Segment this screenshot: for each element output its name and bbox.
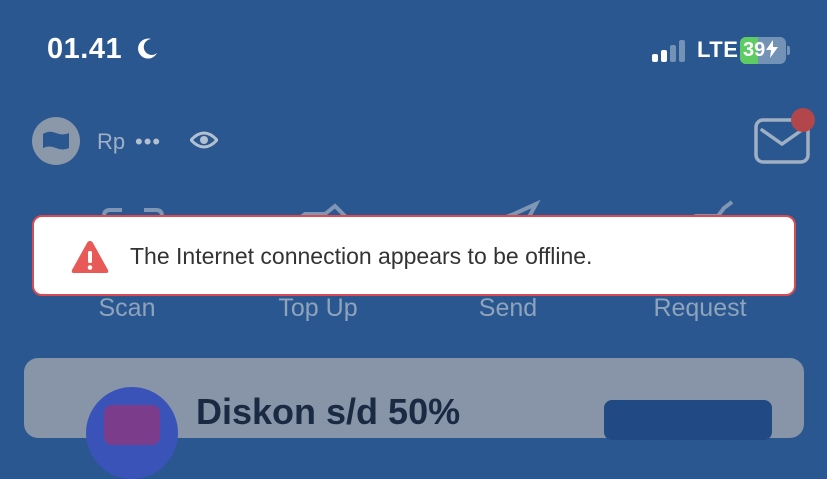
- eye-icon[interactable]: [190, 130, 218, 150]
- moon-icon: [138, 38, 157, 59]
- action-label-scan[interactable]: Scan: [57, 292, 197, 324]
- avatar-icon: [43, 131, 69, 150]
- battery-charging-icon: 39: [740, 37, 790, 64]
- offline-toast[interactable]: The Internet connection appears to be of…: [32, 215, 796, 296]
- avatar[interactable]: [32, 117, 80, 165]
- warning-icon: [71, 241, 109, 273]
- signal-icon: [652, 38, 690, 62]
- notification-dot: [791, 108, 815, 132]
- currency-label: Rp: [97, 129, 126, 154]
- status-time: 01.41: [47, 33, 123, 65]
- promo-image: [86, 387, 178, 479]
- promo-title: Diskon s/d 50%: [196, 391, 461, 432]
- battery-level: 39: [740, 37, 786, 64]
- toast-message: The Internet connection appears to be of…: [130, 243, 593, 269]
- action-label-top-up[interactable]: Top Up: [248, 292, 388, 324]
- masked-balance: •••: [135, 129, 162, 154]
- action-label-send[interactable]: Send: [438, 292, 578, 324]
- network-type: LTE: [697, 37, 739, 62]
- action-label-request[interactable]: Request: [630, 292, 770, 324]
- promo-button[interactable]: [604, 400, 772, 440]
